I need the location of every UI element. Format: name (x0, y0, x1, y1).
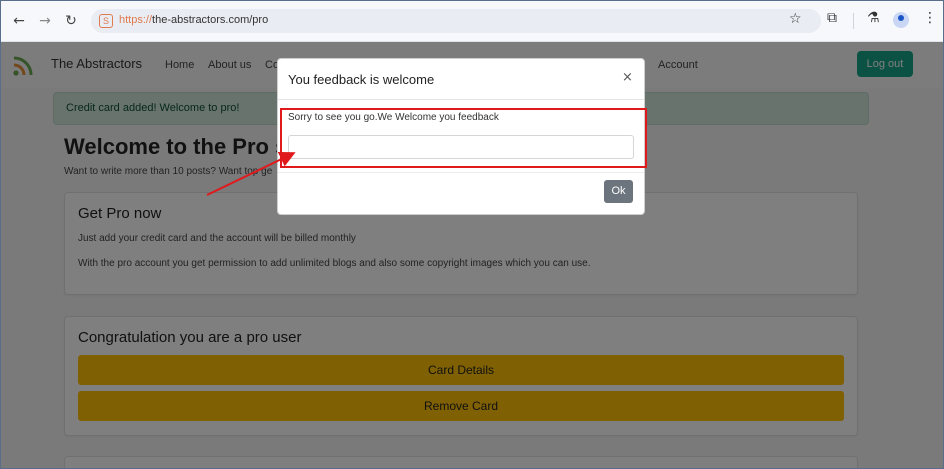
annotation-arrow-icon (206, 152, 296, 196)
screenshot-frame: ← → ↻ S https://the-abstractors.com/pro … (0, 0, 944, 469)
